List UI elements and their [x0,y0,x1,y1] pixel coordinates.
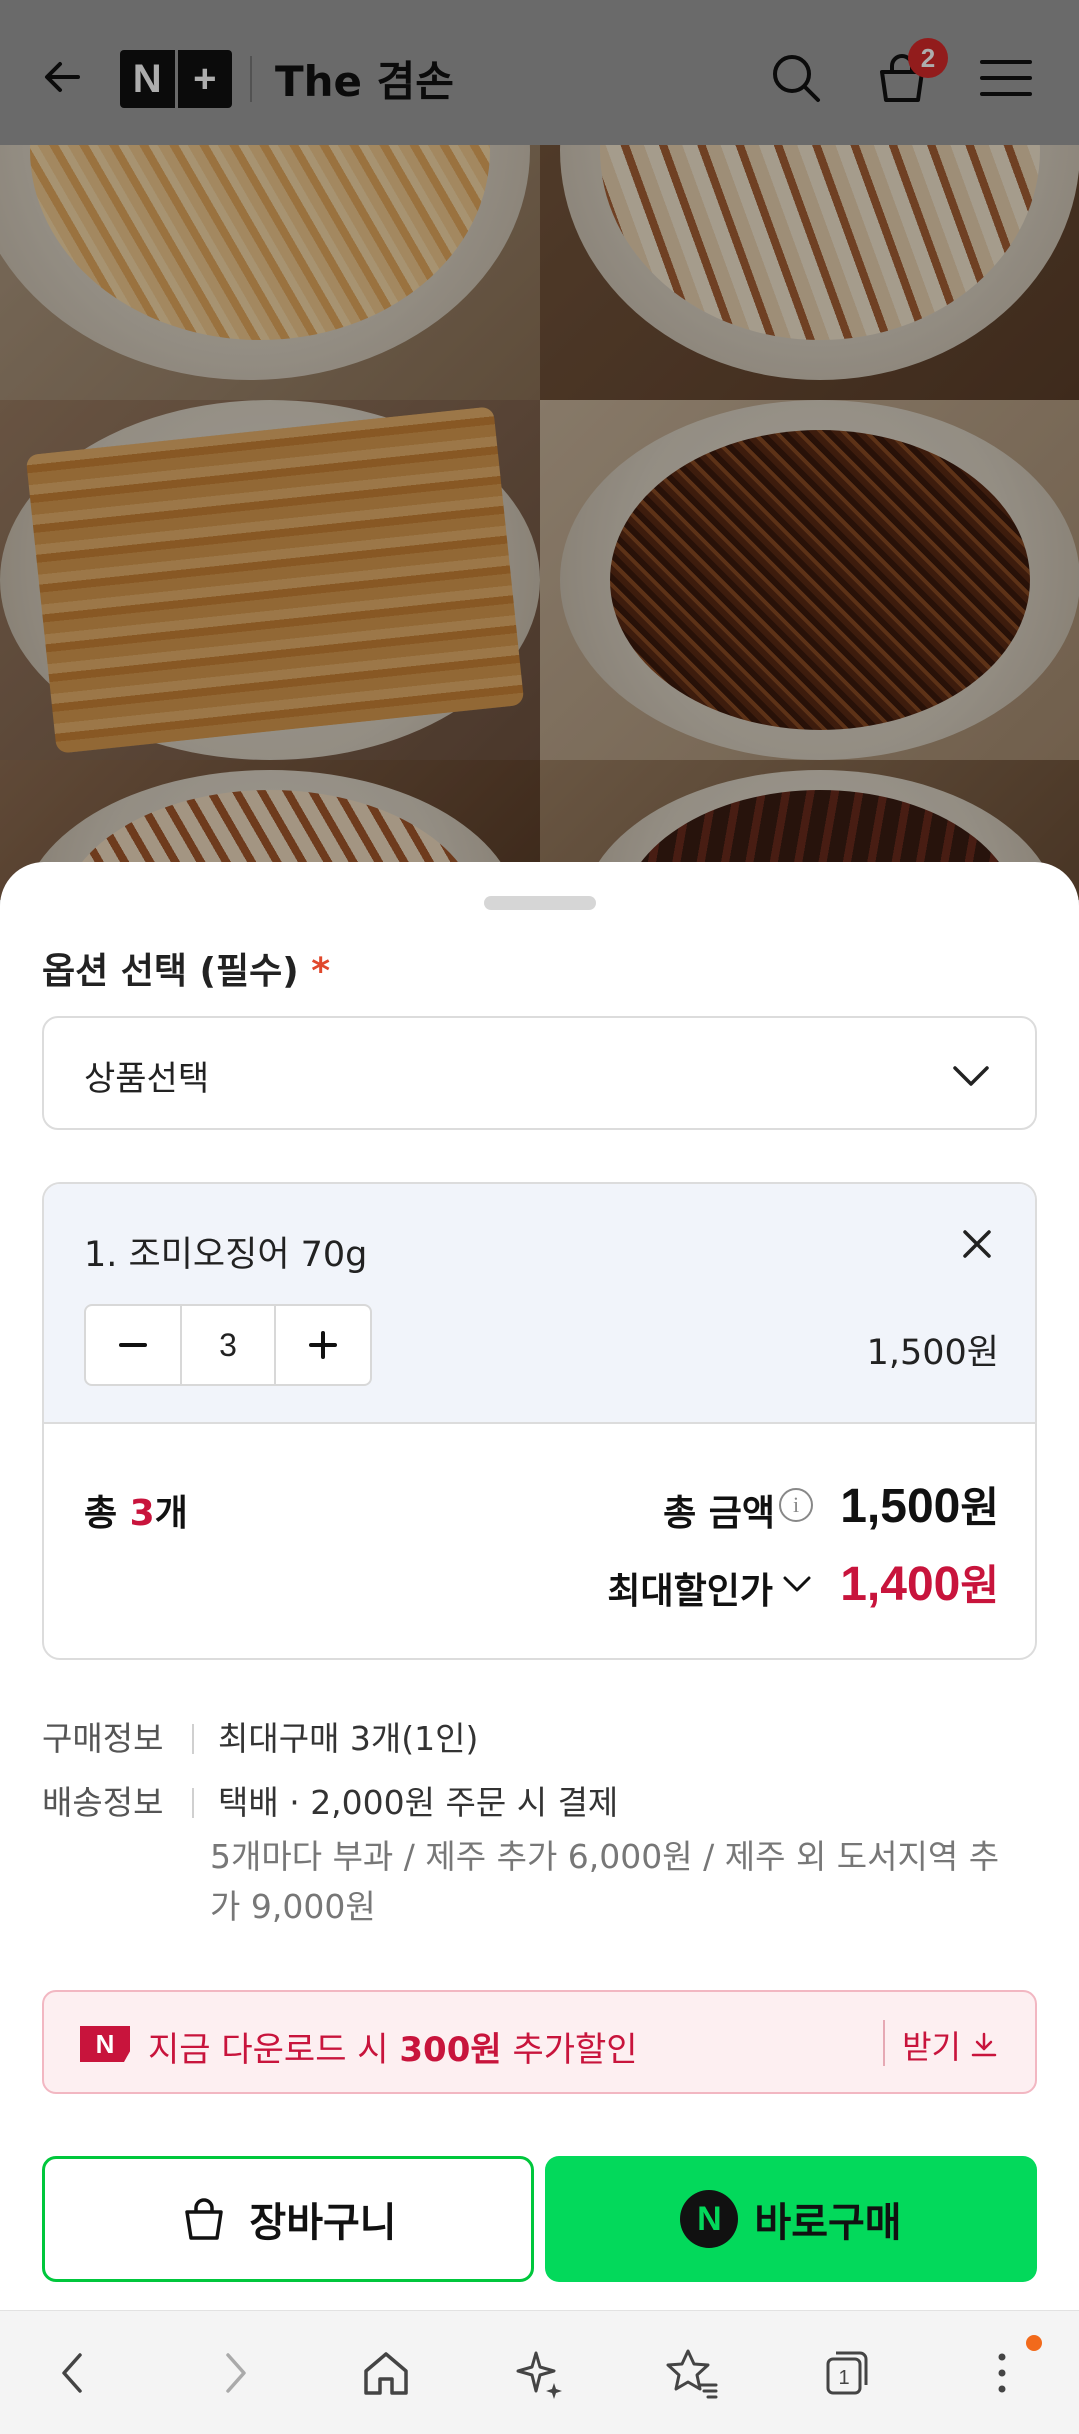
chevron-down-icon[interactable] [781,1568,813,1600]
chevron-down-icon [953,1066,989,1086]
plus-icon [309,1331,337,1359]
purchase-info-label: 구매정보 [42,1719,164,1758]
divider [192,1724,194,1754]
divider [883,2020,885,2066]
total-amount-value: 1,500 [840,1480,961,1533]
shipping-info-text: 택배 · 2,000원 주문 시 결제 [218,1783,619,1822]
required-mark: * [311,951,331,992]
coupon-download-label: 받기 [902,2028,961,2066]
total-amount-currency: 원 [960,1483,999,1532]
info-icon[interactable]: i [779,1488,813,1522]
buy-now-button[interactable]: N 바로구매 [545,2156,1037,2282]
sheet-drag-handle[interactable] [484,896,596,910]
home-icon[interactable] [358,2345,414,2401]
more-icon[interactable] [974,2345,1030,2401]
ai-sparkle-icon[interactable] [510,2345,566,2401]
shipping-info-row: 배송정보 택배 · 2,000원 주문 시 결제 [42,1776,618,1824]
total-count-suffix: 개 [154,1493,188,1534]
coupon-banner[interactable]: N 지금 다운로드 시 300원 추가할인 받기 [42,1990,1037,2094]
max-discount-value: 1,400 [840,1558,961,1611]
shopping-bag-icon [185,2198,224,2240]
total-count: 총 3개 [84,1484,188,1536]
option-select-value: 상품선택 [84,1059,210,1099]
total-count-value: 3 [129,1493,155,1534]
coupon-download-button[interactable]: 받기 [902,2022,999,2068]
coupon-text: 지금 다운로드 시 300원 추가할인 [148,2022,638,2071]
coupon-amount: 300원 [399,2030,502,2070]
quantity-stepper: 3 [84,1304,372,1386]
tabs-icon[interactable]: 1 [818,2345,874,2401]
selected-item-card: 1. 조미오징어 70g 3 1,500원 총 3개 총 금액 i 1,500원 [42,1182,1037,1660]
back-icon[interactable] [46,2345,102,2401]
option-title: 옵션 선택 (필수) * [42,942,330,994]
bookmarks-icon[interactable] [664,2345,720,2401]
forward-icon[interactable] [206,2345,262,2401]
remove-item-close-icon[interactable] [955,1222,999,1266]
browser-nav-bar: 1 [0,2310,1079,2434]
total-count-prefix: 총 [84,1493,130,1534]
shipping-info-label: 배송정보 [42,1783,164,1822]
quantity-value[interactable]: 3 [180,1306,276,1384]
purchase-info-row: 구매정보 최대구매 3개(1인) [42,1712,478,1760]
total-amount: 1,500원 [840,1474,999,1535]
decrease-quantity-button[interactable] [86,1306,180,1384]
option-title-text: 옵션 선택 (필수) [42,951,299,992]
shipping-extra-fee-text: 5개마다 부과 / 제주 추가 6,000원 / 제주 외 도서지역 추가 9,… [210,1837,1000,1926]
max-discount-label[interactable]: 최대할인가 [607,1562,773,1614]
option-bottom-sheet: 옵션 선택 (필수) * 상품선택 1. 조미오징어 70g 3 1,500원 [0,862,1079,2310]
selected-item-row: 1. 조미오징어 70g 3 1,500원 [44,1184,1035,1424]
naver-pay-logo-icon: N [680,2190,739,2248]
notification-dot [1026,2335,1042,2351]
purchase-info-text: 최대구매 3개(1인) [218,1719,479,1758]
coupon-text-before: 지금 다운로드 시 [148,2030,400,2070]
option-select[interactable]: 상품선택 [42,1016,1037,1130]
max-discount-amount: 1,400원 [840,1552,999,1613]
selected-item-price: 1,500원 [866,1333,999,1373]
minus-icon [119,1343,147,1347]
add-to-cart-label: 장바구니 [249,2200,397,2246]
naver-coupon-logo-icon: N [80,2026,130,2062]
increase-quantity-button[interactable] [276,1306,370,1384]
add-to-cart-button[interactable]: 장바구니 [42,2156,534,2282]
buy-now-label: 바로구매 [754,2200,902,2246]
tab-count: 1 [838,2367,849,2389]
selected-item-name: 1. 조미오징어 70g [84,1235,368,1275]
download-icon [971,2032,997,2057]
coupon-text-after: 추가할인 [501,2030,638,2070]
max-discount-currency: 원 [960,1561,999,1610]
divider [192,1788,194,1818]
total-amount-label: 총 금액 [663,1493,775,1534]
